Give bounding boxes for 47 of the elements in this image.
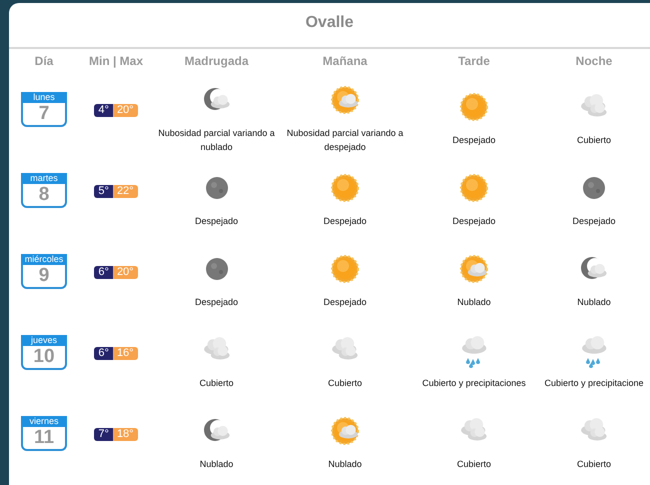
- weather-description: Despejado: [323, 296, 367, 308]
- weather-description: Nubosidad parcial variando a nublado: [157, 126, 276, 154]
- column-header: Noche: [574, 53, 614, 70]
- city-title: Ovalle: [9, 3, 650, 49]
- max-temperature: 22°: [112, 185, 138, 198]
- min-temperature: 4°: [94, 104, 113, 117]
- weather-description: Despejado: [194, 214, 238, 228]
- max-temperature: 16°: [112, 347, 138, 360]
- weather-description: Nublado: [577, 296, 611, 308]
- day-number: 11: [32, 427, 56, 449]
- weather-description: Despejado: [452, 134, 496, 146]
- weather-description: Despejado: [323, 214, 367, 228]
- column-header: Mañana: [322, 53, 368, 70]
- weekday-label: lunes: [21, 92, 67, 103]
- day-number: 10: [32, 346, 56, 368]
- weather-description: Nubosidad parcial variando a despejado: [286, 126, 404, 154]
- min-temperature: 7°: [94, 428, 113, 441]
- min-temperature: 6°: [94, 266, 113, 279]
- weekday-label: miércoles: [21, 254, 67, 265]
- weather-description: Despejado: [194, 296, 238, 308]
- weather-description: Nublado: [328, 458, 362, 470]
- max-temperature: 20°: [112, 266, 138, 279]
- weather-description: Cubierto: [456, 458, 492, 470]
- column-header: Min | Max: [88, 53, 144, 70]
- day-number: 9: [38, 265, 50, 287]
- weekday-label: martes: [21, 173, 67, 184]
- column-header: Madrugada: [183, 53, 250, 70]
- weather-description: Despejado: [572, 214, 616, 228]
- weather-description: Cubierto: [328, 376, 362, 390]
- weekday-label: jueves: [21, 335, 67, 346]
- weather-description: Despejado: [452, 214, 496, 228]
- weather-description: Nublado: [200, 458, 234, 470]
- column-header: Tarde: [457, 53, 491, 70]
- min-temperature: 6°: [94, 347, 113, 360]
- min-temperature: 5°: [94, 185, 113, 198]
- weather-description: Cubierto: [576, 458, 612, 470]
- max-temperature: 18°: [112, 428, 138, 441]
- day-number: 8: [38, 184, 50, 206]
- weather-description: Cubierto: [576, 134, 612, 146]
- weather-description: Cubierto: [199, 376, 234, 390]
- max-temperature: 20°: [112, 104, 138, 117]
- weather-description: Cubierto y precipitacione: [544, 376, 644, 390]
- weekday-label: viernes: [21, 416, 67, 427]
- day-number: 7: [38, 103, 50, 125]
- weather-description: Nublado: [457, 296, 491, 308]
- weather-description: Cubierto y precipitaciones: [422, 376, 526, 390]
- column-header: Día: [34, 53, 54, 70]
